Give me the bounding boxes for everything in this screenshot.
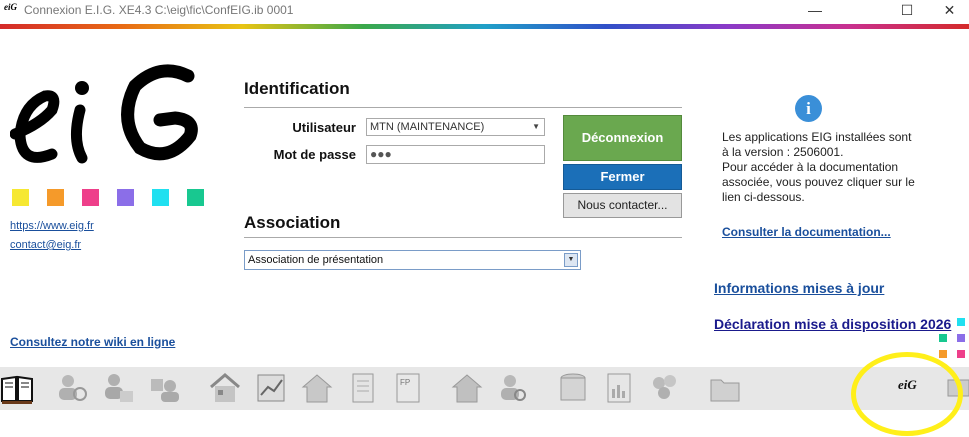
- house-color-icon[interactable]: [450, 371, 484, 405]
- association-select[interactable]: Association de présentation ▼: [244, 250, 581, 270]
- eig-logo: [10, 64, 198, 164]
- chevron-down-icon: ▼: [532, 122, 540, 131]
- deco-square: [939, 334, 947, 342]
- email-link[interactable]: contact@eig.fr: [10, 239, 81, 251]
- website-link[interactable]: https://www.eig.fr: [10, 220, 94, 232]
- identification-heading: Identification: [244, 79, 350, 98]
- close-button[interactable]: Fermer: [563, 164, 682, 190]
- declaration-link[interactable]: Déclaration mise à disposition 2026: [714, 316, 951, 332]
- swatch-cyan: [152, 189, 169, 206]
- fp-label: FP: [400, 378, 410, 387]
- version-info-text: Les applications EIG installées sont à l…: [722, 130, 915, 204]
- contact-button[interactable]: Nous contacter...: [563, 193, 682, 218]
- swatch-yellow: [12, 189, 29, 206]
- deco-square: [939, 350, 947, 358]
- title-bar: eiG Connexion E.I.G. XE4.3 C:\eig\fic\Co…: [0, 0, 969, 22]
- user-label: Utilisateur: [292, 120, 356, 135]
- association-heading: Association: [244, 213, 341, 232]
- report-icon[interactable]: [602, 371, 636, 405]
- window-title: Connexion E.I.G. XE4.3 C:\eig\fic\ConfEI…: [24, 3, 294, 17]
- minimize-button[interactable]: —: [792, 0, 838, 22]
- disconnect-button[interactable]: Déconnexion: [563, 115, 682, 161]
- highlight-circle: [851, 352, 963, 436]
- users-search-icon[interactable]: [56, 371, 90, 405]
- deco-square: [957, 350, 965, 358]
- app-icon: eiG: [4, 2, 17, 12]
- documentation-link[interactable]: Consulter la documentation...: [722, 225, 891, 239]
- swatch-pink: [82, 189, 99, 206]
- swatch-purple: [117, 189, 134, 206]
- association-select-value: Association de présentation: [248, 254, 384, 266]
- password-label: Mot de passe: [273, 147, 356, 162]
- user-search-icon[interactable]: [496, 371, 530, 405]
- app-toolbar: FP eiG: [0, 367, 969, 410]
- house-icon[interactable]: [300, 371, 334, 405]
- close-window-button[interactable]: ✕: [930, 0, 969, 22]
- user-select[interactable]: MTN (MAINTENANCE) ▼: [366, 118, 545, 136]
- identification-divider: [244, 107, 682, 108]
- chart-icon[interactable]: [254, 371, 288, 405]
- users-edit-icon[interactable]: [102, 371, 136, 405]
- wiki-link[interactable]: Consultez notre wiki en ligne: [10, 335, 175, 349]
- rainbow-divider: [0, 24, 969, 29]
- association-divider: [244, 237, 682, 238]
- updates-link[interactable]: Informations mises à jour: [714, 280, 884, 296]
- book-icon[interactable]: [0, 371, 34, 405]
- user-select-value: MTN (MAINTENANCE): [370, 121, 485, 133]
- chevron-down-icon: ▼: [564, 253, 578, 267]
- deco-square: [957, 334, 965, 342]
- password-field[interactable]: ●●●: [366, 145, 545, 164]
- swatch-green: [187, 189, 204, 206]
- database-icon[interactable]: [556, 371, 590, 405]
- group-icon[interactable]: [148, 371, 182, 405]
- info-icon: i: [795, 95, 822, 122]
- document-icon[interactable]: [346, 371, 380, 405]
- folder-icon[interactable]: [708, 371, 742, 405]
- house-building-icon[interactable]: [208, 371, 242, 405]
- fp-document-icon[interactable]: FP: [392, 371, 426, 405]
- deco-square: [957, 318, 965, 326]
- swatch-orange: [47, 189, 64, 206]
- maximize-button[interactable]: ☐: [884, 0, 930, 22]
- coins-icon[interactable]: [648, 371, 682, 405]
